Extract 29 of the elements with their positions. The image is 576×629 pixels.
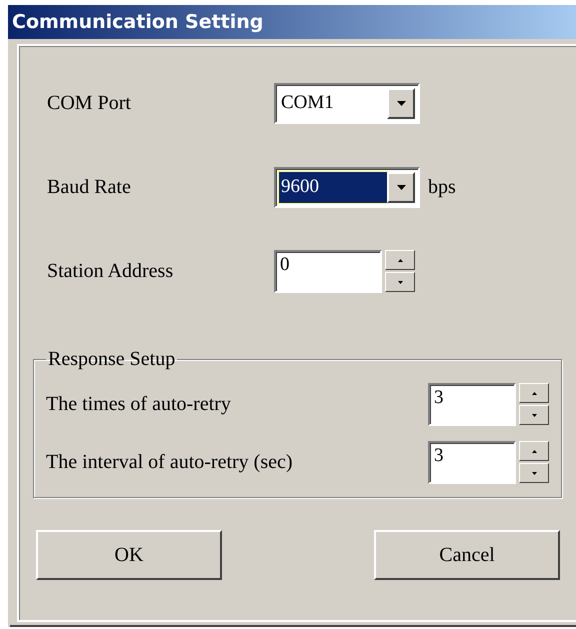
spin-down-button[interactable] (519, 463, 549, 483)
dropdown[interactable]: 9600 (274, 166, 420, 208)
field-label: Baud Rate (46, 176, 132, 198)
caret-icon (396, 184, 406, 190)
spin-up-button[interactable] (519, 441, 549, 461)
field-label: Station Address (46, 260, 174, 282)
down-arrow-icon (532, 414, 536, 416)
input-field[interactable]: 0 (274, 250, 382, 292)
unit-label: bps (428, 176, 456, 198)
dropdown[interactable]: COM1 (274, 82, 420, 124)
input-field[interactable]: 3 (428, 382, 516, 426)
field-label: The interval of auto-retry (sec) (46, 450, 294, 474)
down-arrow-icon (398, 280, 402, 284)
spin-down-button[interactable] (519, 405, 549, 425)
dialog-button[interactable]: OK (36, 530, 222, 580)
down-arrow-icon (532, 472, 536, 474)
up-arrow-icon (532, 392, 536, 394)
field-label: COM Port (46, 92, 132, 114)
spin-up-button[interactable] (519, 383, 549, 403)
up-arrow-icon (398, 258, 402, 262)
group-title: Response Setup (47, 348, 176, 371)
field-label: The times of auto-retry (46, 392, 232, 416)
spin-down-button[interactable] (385, 272, 415, 292)
up-arrow-icon (532, 450, 536, 452)
input-field[interactable]: 3 (428, 440, 516, 484)
caret-icon (396, 100, 406, 106)
dialog-button[interactable]: Cancel (374, 530, 560, 580)
spin-up-button[interactable] (385, 250, 415, 270)
window-title: Communication Setting (8, 5, 576, 39)
